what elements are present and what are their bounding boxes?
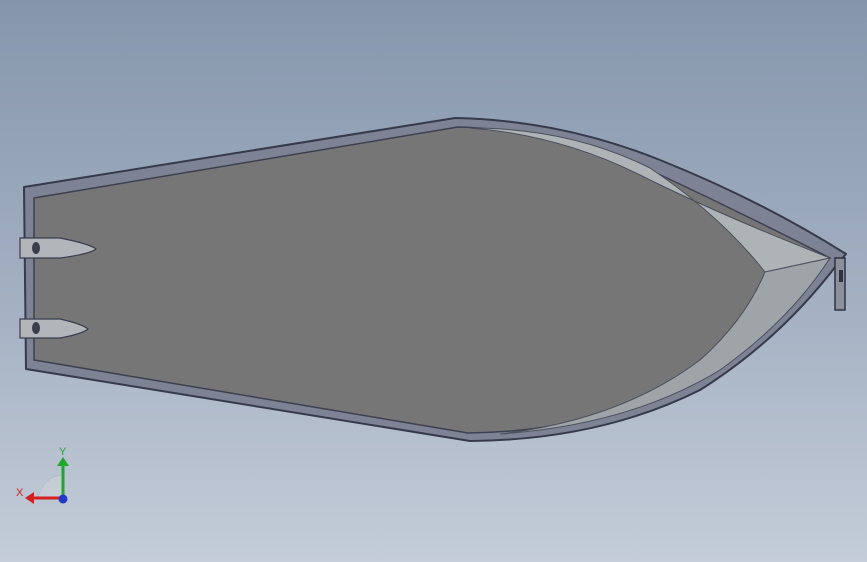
x-axis-arrow-icon <box>25 492 34 504</box>
triad-plane-icon <box>37 474 64 499</box>
y-axis-arrow-icon <box>57 457 69 466</box>
y-axis-label: Y <box>59 446 67 458</box>
3d-viewport[interactable]: Y X <box>0 0 867 562</box>
bow-cleat <box>834 257 846 311</box>
view-triad[interactable]: Y X <box>14 442 74 508</box>
z-axis-dot-icon <box>58 494 68 504</box>
boat-hull-model[interactable] <box>0 0 867 562</box>
x-axis-label: X <box>16 487 24 499</box>
